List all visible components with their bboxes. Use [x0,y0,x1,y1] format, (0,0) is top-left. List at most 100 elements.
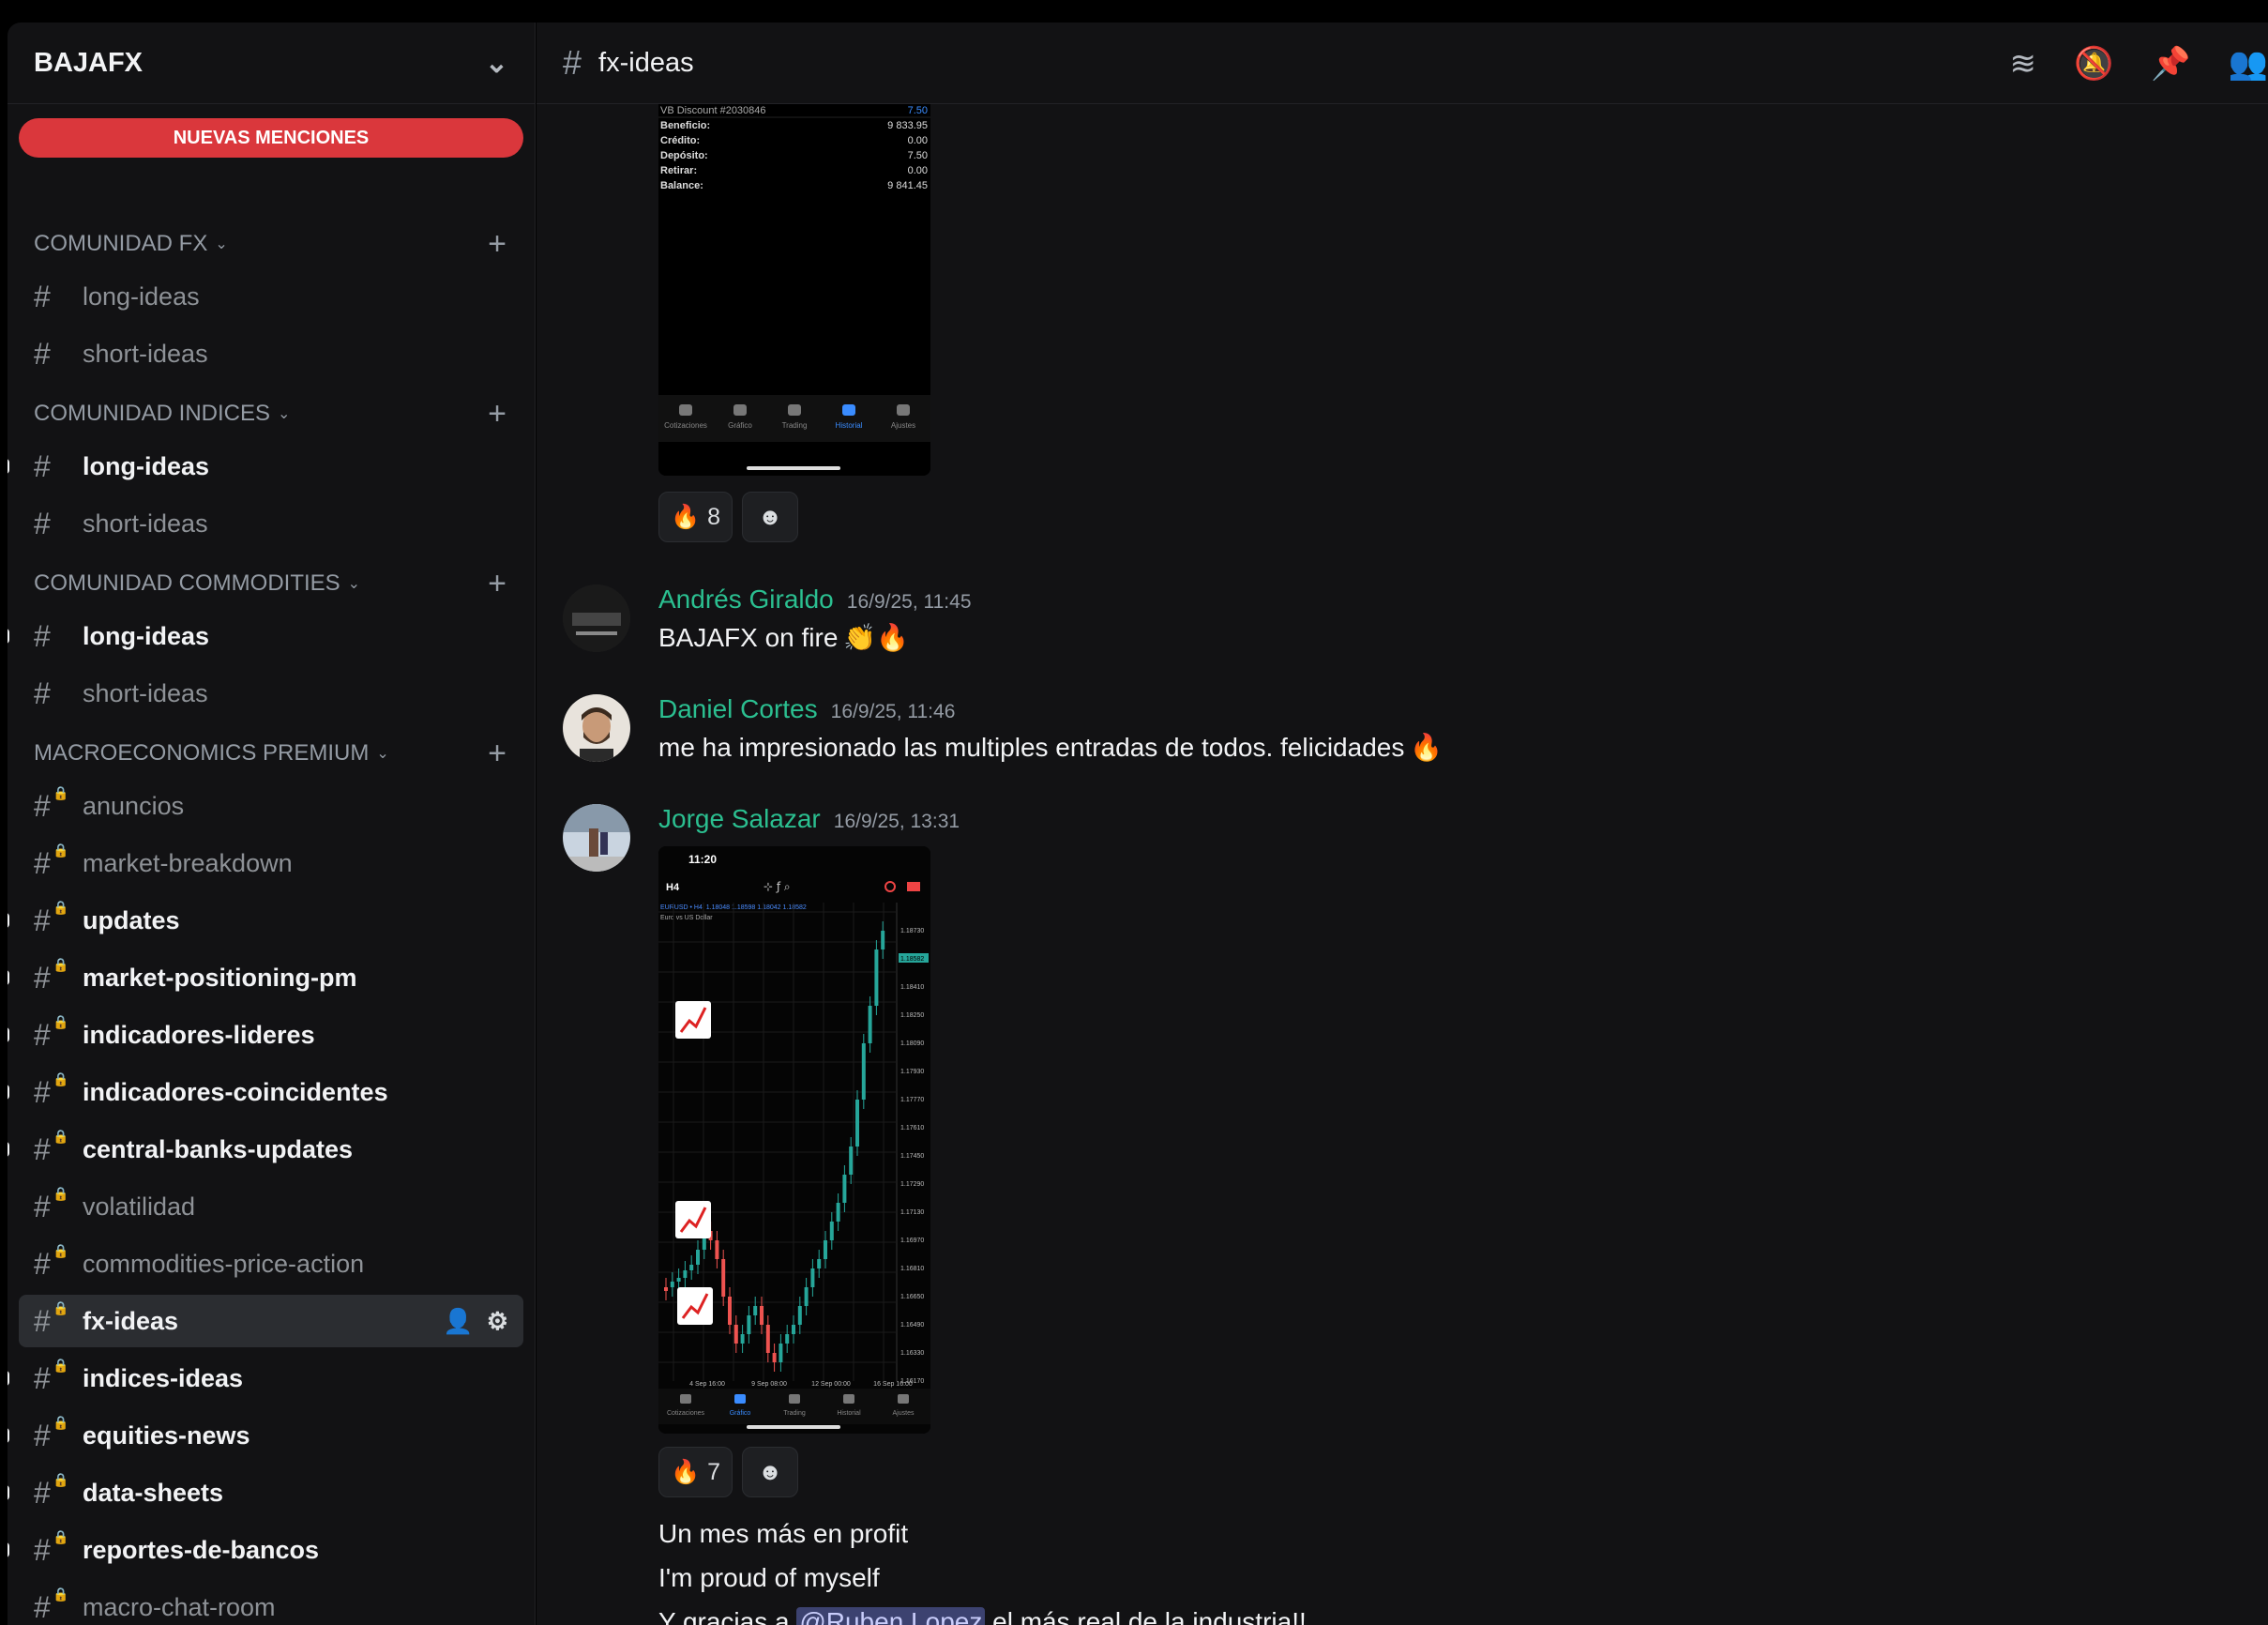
server-header[interactable]: BAJAFX ⌄ [8,23,535,104]
sidebar-item-market-breakdown[interactable]: # 🔒 market-breakdown [19,837,523,889]
sidebar-item-short-ideas[interactable]: # short-ideas [19,497,523,550]
add-channel-icon[interactable]: + [488,566,507,602]
reaction-bar: 🔥 7 ☻ [658,1447,799,1497]
candle [683,1270,688,1278]
candle [855,1100,859,1147]
message-author[interactable]: Andrés Giraldo [658,585,834,615]
candle [733,1325,738,1344]
sidebar-item-indices-ideas[interactable]: # 🔒 indices-ideas [8,1352,523,1405]
locked-channel-icon: # 🔒 [34,1586,69,1624]
price-label: 1.16810 [900,1266,924,1272]
bottom-tab-label: Cotizaciones [667,1410,705,1417]
new-mentions-banner[interactable]: NUEVAS MENCIONES [19,118,523,158]
category-header[interactable]: COMUNIDAD FX ⌄ + [8,218,535,270]
sidebar-item-updates[interactable]: # 🔒 updates [8,894,523,947]
sidebar-item-equities-news[interactable]: # 🔒 equities-news [8,1409,523,1462]
sidebar-item-long-ideas[interactable]: # long-ideas [19,270,523,323]
hashtag-icon: # [563,43,582,82]
hashtag-icon: # [34,336,51,371]
price-label: 1.16490 [900,1322,924,1329]
bottom-tab-icon [679,404,692,416]
gear-icon[interactable]: ⚙ [487,1307,508,1336]
sidebar-item-macro-chat-room[interactable]: # 🔒 macro-chat-room [19,1581,523,1625]
candle [715,1240,719,1259]
candle [740,1334,745,1344]
sidebar-item-data-sheets[interactable]: # 🔒 data-sheets [8,1466,523,1519]
sidebar-item-indicadores-lideres[interactable]: # 🔒 indicadores-lideres [8,1009,523,1061]
price-label: 1.17930 [900,1069,924,1075]
price-label: 1.17610 [900,1125,924,1131]
bottom-tab-icon [789,1394,800,1404]
threads-icon[interactable]: ≋ [2009,45,2036,83]
bottom-tab-icon [897,404,910,416]
date-label: 9 Sep 08:00 [751,1381,787,1388]
locked-channel-icon: # 🔒 [34,1071,69,1109]
sidebar-item-long-ideas[interactable]: # long-ideas [8,440,523,493]
message-timestamp: 16/9/25, 11:45 [846,591,972,613]
reaction-fire[interactable]: 🔥 8 [658,492,733,542]
add-channel-icon[interactable]: + [488,226,507,263]
date-label: 16 Sep 16:00 [873,1381,913,1388]
fire-icon: 🔥 [671,503,701,530]
notifications-muted-icon[interactable]: 🔕 [2074,45,2113,83]
sidebar-item-market-positioning-pm[interactable]: # 🔒 market-positioning-pm [8,951,523,1004]
sidebar-item-indicadores-coincidentes[interactable]: # 🔒 indicadores-coincidentes [8,1066,523,1118]
sidebar-item-central-banks-updates[interactable]: # 🔒 central-banks-updates [8,1123,523,1176]
sidebar-item-long-ideas[interactable]: # long-ideas [8,610,523,662]
candle [842,1175,847,1203]
message-attachment-image[interactable]: 11:20 H4 ⊹ ƒ ⌕ EURUSD • H4, 1.18048 1.18… [658,846,930,1434]
sidebar-item-reportes-de-bancos[interactable]: # 🔒 reportes-de-bancos [8,1524,523,1576]
bottom-tab-icon [788,404,801,416]
chat-area: # fx-ideas ≋ 🔕 📌 👥 VB Discount #2030846 … [537,23,2268,1625]
message-author[interactable]: Daniel Cortes [658,694,818,724]
avatar[interactable] [563,694,630,762]
price-label: 1.17450 [900,1153,924,1160]
symbol-name: Euro vs US Dollar [660,915,713,921]
price-label: 1.17770 [900,1097,924,1103]
window-title-bar [0,0,2268,23]
user-mention[interactable]: @Ruben Lopez [796,1607,986,1625]
bottom-tab-label: Ajustes [891,421,915,430]
sidebar-item-anuncios[interactable]: # 🔒 anuncios [19,780,523,832]
message-author[interactable]: Jorge Salazar [658,804,821,834]
price-label: 1.18250 [900,1012,924,1019]
sidebar-item-short-ideas[interactable]: # short-ideas [19,327,523,380]
locked-channel-icon: # 🔒 [34,842,69,880]
chevron-down-icon: ⌄ [278,406,291,422]
category-name: COMUNIDAD COMMODITIES [34,570,340,596]
sidebar-item-fx-ideas[interactable]: # 🔒 fx-ideas 👤 ⚙ [19,1295,523,1347]
candle [689,1265,694,1270]
candle [676,1278,681,1282]
summary-label: Retirar: [660,165,697,176]
sidebar-item-commodities-price-action[interactable]: # 🔒 commodities-price-action [19,1238,523,1290]
pin-icon[interactable]: 📌 [2151,45,2190,83]
price-label: 1.18730 [900,928,924,934]
channel-name: reportes-de-bancos [83,1535,320,1564]
sidebar-item-volatilidad[interactable]: # 🔒 volatilidad [19,1180,523,1233]
reaction-fire[interactable]: 🔥 7 [658,1447,733,1497]
message-attachment-image[interactable]: VB Discount #2030846 7.50 Beneficio: 9 83… [658,104,930,476]
category-header[interactable]: COMUNIDAD INDICES ⌄ + [8,387,535,440]
add-reaction-button[interactable]: ☻ [742,1447,799,1497]
member-list-icon[interactable]: 👥 [2229,45,2268,83]
bottom-tab-icon [733,404,747,416]
message-line-text: Y gracias a [658,1607,790,1625]
candle [829,1222,834,1240]
category-header[interactable]: COMUNIDAD COMMODITIES ⌄ + [8,557,535,610]
sidebar-item-short-ideas[interactable]: # short-ideas [19,667,523,720]
candle [817,1259,822,1268]
candle [753,1306,758,1315]
invite-icon[interactable]: 👤 [443,1307,473,1336]
channel-name: anuncios [83,791,185,820]
add-channel-icon[interactable]: + [488,736,507,772]
avatar[interactable] [563,804,630,872]
category-name: COMUNIDAD INDICES [34,401,271,426]
candle [785,1334,790,1344]
clap-fire-emoji: 👏🔥 [843,623,910,652]
channel-list: COMUNIDAD FX ⌄ + # long-ideas # short-ideas COM… [8,210,535,1625]
add-channel-icon[interactable]: + [488,396,507,433]
category-header[interactable]: MACROECONOMICS PREMIUM ⌄ + [8,727,535,780]
chevron-down-icon: ⌄ [484,47,508,79]
add-reaction-button[interactable]: ☻ [742,492,799,542]
avatar[interactable] [563,585,630,652]
